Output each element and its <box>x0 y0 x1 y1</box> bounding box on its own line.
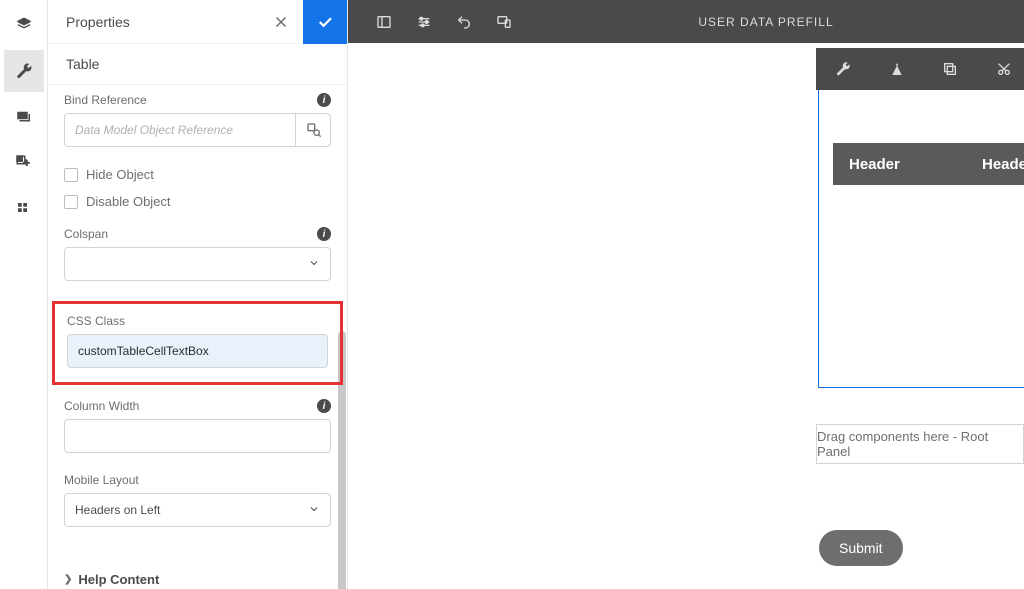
colspan-label: Colspan <box>64 227 108 241</box>
column-width-label: Column Width <box>64 399 139 413</box>
wrench-icon[interactable] <box>4 50 44 92</box>
table-component[interactable]: Header Header Table <box>818 88 1024 388</box>
mobile-layout-value: Headers on Left <box>75 503 160 517</box>
browse-model-icon[interactable] <box>295 113 331 147</box>
table-header-cell[interactable]: Header <box>966 156 1024 173</box>
bind-reference-label: Bind Reference <box>64 93 147 107</box>
cut-icon[interactable] <box>977 48 1024 90</box>
add-panel-icon[interactable] <box>4 142 44 184</box>
canvas-area: USER DATA PREFILL Header Header Table Dr… <box>348 0 1024 589</box>
chevron-down-icon <box>308 257 320 272</box>
css-class-highlight: CSS Class <box>52 301 343 385</box>
help-content-section[interactable]: ❯ Help Content <box>64 559 331 589</box>
library-icon[interactable] <box>4 188 44 230</box>
context-toolbar <box>816 48 1024 90</box>
mobile-layout-select[interactable]: Headers on Left <box>64 493 331 527</box>
info-icon[interactable]: i <box>317 399 331 413</box>
root-panel-dropzone[interactable]: Drag components here - Root Panel <box>816 424 1024 464</box>
hide-object-label: Hide Object <box>86 167 154 182</box>
layers-icon[interactable] <box>4 4 44 46</box>
mobile-layout-label: Mobile Layout <box>64 473 139 487</box>
colspan-group: Colspan i <box>64 227 331 281</box>
done-button[interactable] <box>303 0 347 44</box>
sidepanel-toggle-icon[interactable] <box>364 0 404 43</box>
disable-object-checkbox[interactable] <box>64 195 78 209</box>
info-icon[interactable]: i <box>317 93 331 107</box>
disable-object-row: Disable Object <box>64 194 331 209</box>
panel-scroll-area: Bind Reference i Hide Object <box>48 85 347 589</box>
bind-reference-group: Bind Reference i <box>64 93 331 147</box>
copy-icon[interactable] <box>923 48 977 90</box>
panel-title: Properties <box>66 14 130 30</box>
css-class-input[interactable] <box>67 334 328 368</box>
icon-rail <box>0 0 48 589</box>
dropzone-label: Drag components here - Root Panel <box>817 429 1023 459</box>
submit-button[interactable]: Submit <box>819 530 903 566</box>
undo-icon[interactable] <box>444 0 484 43</box>
close-button[interactable] <box>259 0 303 44</box>
hide-object-checkbox[interactable] <box>64 168 78 182</box>
chevron-down-icon <box>308 503 320 518</box>
mobile-layout-group: Mobile Layout Headers on Left <box>64 473 331 527</box>
properties-panel: Properties Table Bind Reference i <box>48 0 348 589</box>
css-class-label: CSS Class <box>67 314 125 328</box>
help-content-label: Help Content <box>78 572 159 587</box>
colspan-select[interactable] <box>64 247 331 281</box>
info-icon[interactable]: i <box>317 227 331 241</box>
assets-icon[interactable] <box>4 96 44 138</box>
sliders-icon[interactable] <box>404 0 444 43</box>
rules-icon[interactable] <box>870 48 924 90</box>
bind-reference-input[interactable] <box>64 113 331 147</box>
hide-object-row: Hide Object <box>64 167 331 182</box>
top-toolbar: USER DATA PREFILL <box>348 0 1024 43</box>
device-preview-icon[interactable] <box>484 0 524 43</box>
column-width-input[interactable] <box>64 419 331 453</box>
component-type-label: Table <box>48 44 347 85</box>
configure-icon[interactable] <box>816 48 870 90</box>
column-width-group: Column Width i <box>64 399 331 453</box>
table-header-cell[interactable]: Header <box>833 156 966 173</box>
table-header-row[interactable]: Header Header <box>833 143 1024 185</box>
chevron-right-icon: ❯ <box>64 574 72 585</box>
page-title: USER DATA PREFILL <box>524 15 1008 29</box>
disable-object-label: Disable Object <box>86 194 171 209</box>
